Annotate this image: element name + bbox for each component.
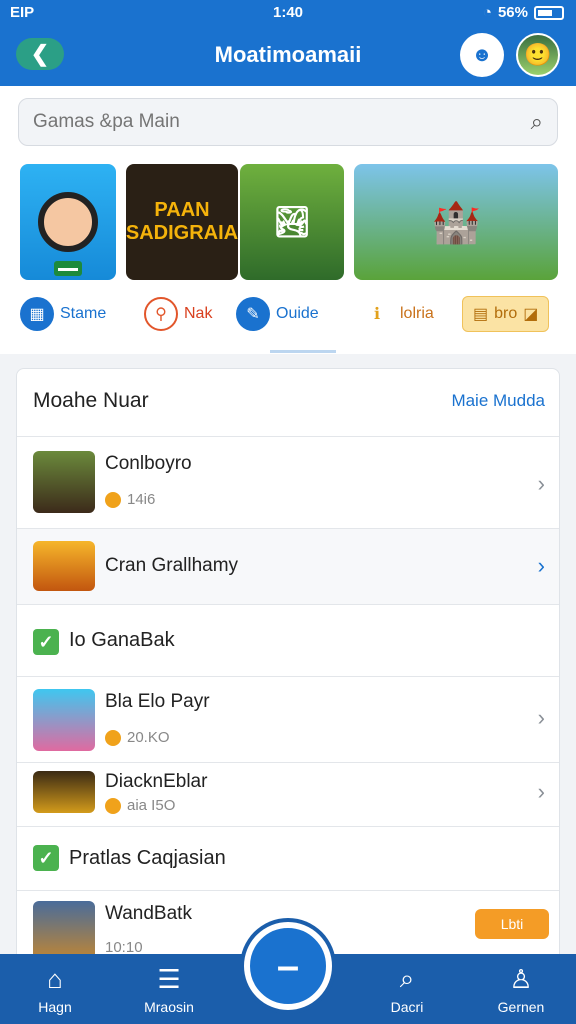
category-label: bro <box>494 305 518 322</box>
banner-tag: ▬▬ <box>54 261 82 276</box>
list-icon: ☰ <box>157 963 181 994</box>
top-panel: ⌕ ▬▬ PAAN SADIGRAIA 🏞 🏰 ▦ Stame ⚲ Nak ✎ … <box>0 86 576 354</box>
game-name: DiacknEblar <box>105 771 208 792</box>
nav-label: Mraosin <box>144 998 194 1015</box>
category-bro[interactable]: ▤ bro ◪ <box>462 296 550 332</box>
category-label: Ouide <box>276 305 319 322</box>
character-image <box>38 192 98 252</box>
search-icon[interactable]: ⌕ <box>531 109 543 135</box>
pen-icon: ✎ <box>236 297 270 331</box>
tab-indicator <box>270 350 336 353</box>
coin-icon <box>105 797 121 814</box>
nav-item-list[interactable]: ☰ Mraosin <box>114 954 224 1024</box>
info-icon: ℹ <box>360 297 394 331</box>
see-more-link[interactable]: Maie Mudda <box>451 391 545 411</box>
category-ouide[interactable]: ✎ Ouide <box>236 296 319 332</box>
nav-item-search[interactable]: ⌕ Dacri <box>352 954 462 1024</box>
category-nak[interactable]: ⚲ Nak <box>144 296 212 332</box>
section-title: Pratlas Caqjasian <box>69 847 226 869</box>
category-label: Nak <box>184 305 213 322</box>
banner-2-title: PAAN SADIGRAIA <box>126 199 238 244</box>
category-lolria[interactable]: ℹ lolria <box>360 296 434 332</box>
minus-icon: – <box>276 943 300 988</box>
center-action-button[interactable]: – <box>244 922 332 1010</box>
status-bar: EIP 1:40 ◔ 56% <box>0 0 576 28</box>
home-icon: ⌂ <box>47 963 63 994</box>
coin-icon <box>105 729 121 746</box>
status-right: ◔ 56% <box>483 4 564 21</box>
game-scene-image: 🏞 <box>272 205 312 239</box>
grid-icon: ▦ <box>20 297 54 331</box>
chevron-right-icon: › <box>537 705 545 730</box>
banner-2[interactable]: PAAN SADIGRAIA <box>126 164 238 280</box>
section-header: ✓ Pratlas Caqjasian <box>17 827 559 891</box>
game-thumbnail <box>33 541 95 591</box>
battery-icon <box>534 5 564 20</box>
game-list: Moahe Nuar Maie Mudda Conlboyro 14i6 › C… <box>16 368 560 968</box>
nav-label: Gernen <box>497 998 545 1015</box>
game-name: Bla Elo Payr <box>105 691 210 712</box>
game-scene-image: 🏰 <box>431 200 481 245</box>
game-count: 20.KO <box>127 729 170 746</box>
tag-icon: ▤ <box>473 306 489 323</box>
game-meta: 14i6 <box>105 491 155 508</box>
action-button[interactable]: Lbti <box>475 909 549 939</box>
chevron-right-icon: › <box>537 471 545 496</box>
section-title: Moahe Nuar <box>33 389 149 412</box>
category-label: Stame <box>60 305 107 322</box>
nav-item-profile[interactable]: ♙ Gernen <box>466 954 576 1024</box>
category-stame[interactable]: ▦ Stame <box>20 296 106 332</box>
profile-icon: ♙ <box>509 963 533 994</box>
game-thumbnail <box>33 451 95 513</box>
banner-1[interactable]: ▬▬ <box>20 164 116 280</box>
game-count: aia I5O <box>127 797 176 814</box>
wifi-icon: ◔ <box>482 4 492 21</box>
nav-item-home[interactable]: ⌂ Hagn <box>0 954 110 1024</box>
pin-icon: ⚲ <box>144 297 178 331</box>
list-item[interactable]: Bla Elo Payr 20.KO › <box>17 677 559 763</box>
nav-label: Dacri <box>390 999 424 1015</box>
game-name: Conlboyro <box>105 453 192 474</box>
battery-percent: 56% <box>497 4 528 21</box>
game-count: 14i6 <box>127 491 156 508</box>
banner-3[interactable]: 🏞 <box>240 164 344 280</box>
account-button[interactable]: ☻ <box>460 33 504 77</box>
search-icon: ⌕ <box>399 963 415 993</box>
banner-4[interactable]: 🏰 <box>354 164 558 280</box>
check-icon: ✓ <box>33 629 59 655</box>
chevron-right-icon: › <box>537 553 545 578</box>
edit-icon: ◪ <box>523 306 539 323</box>
avatar[interactable]: 🙂 <box>516 33 560 77</box>
game-thumbnail <box>33 689 95 751</box>
game-name: WandBatk <box>105 903 192 924</box>
game-thumbnail <box>33 771 95 813</box>
game-name: Cran Grallhamy <box>105 555 239 576</box>
section-title: Io GanaBak <box>69 629 175 651</box>
list-item[interactable]: Cran Grallhamy › <box>17 529 559 605</box>
section-header: ✓ Io GanaBak <box>17 605 559 677</box>
list-item[interactable]: DiacknEblar aia I5O › <box>17 763 559 827</box>
chevron-right-icon: › <box>537 779 545 804</box>
search-bar[interactable]: ⌕ <box>18 98 558 146</box>
app-header: EIP 1:40 ◔ 56% ❮ Moatimoamaii ☻ 🙂 <box>0 0 576 86</box>
person-icon: ☻ <box>471 43 493 66</box>
game-meta: aia I5O <box>105 797 175 814</box>
coin-icon <box>105 491 121 508</box>
list-item[interactable]: Conlboyro 14i6 › <box>17 437 559 529</box>
search-input[interactable] <box>19 111 499 133</box>
section-header: Moahe Nuar Maie Mudda <box>17 369 559 437</box>
game-meta: 20.KO <box>105 729 170 746</box>
nav-label: Hagn <box>38 998 72 1015</box>
category-label: lolria <box>400 305 434 322</box>
check-icon: ✓ <box>33 845 59 871</box>
